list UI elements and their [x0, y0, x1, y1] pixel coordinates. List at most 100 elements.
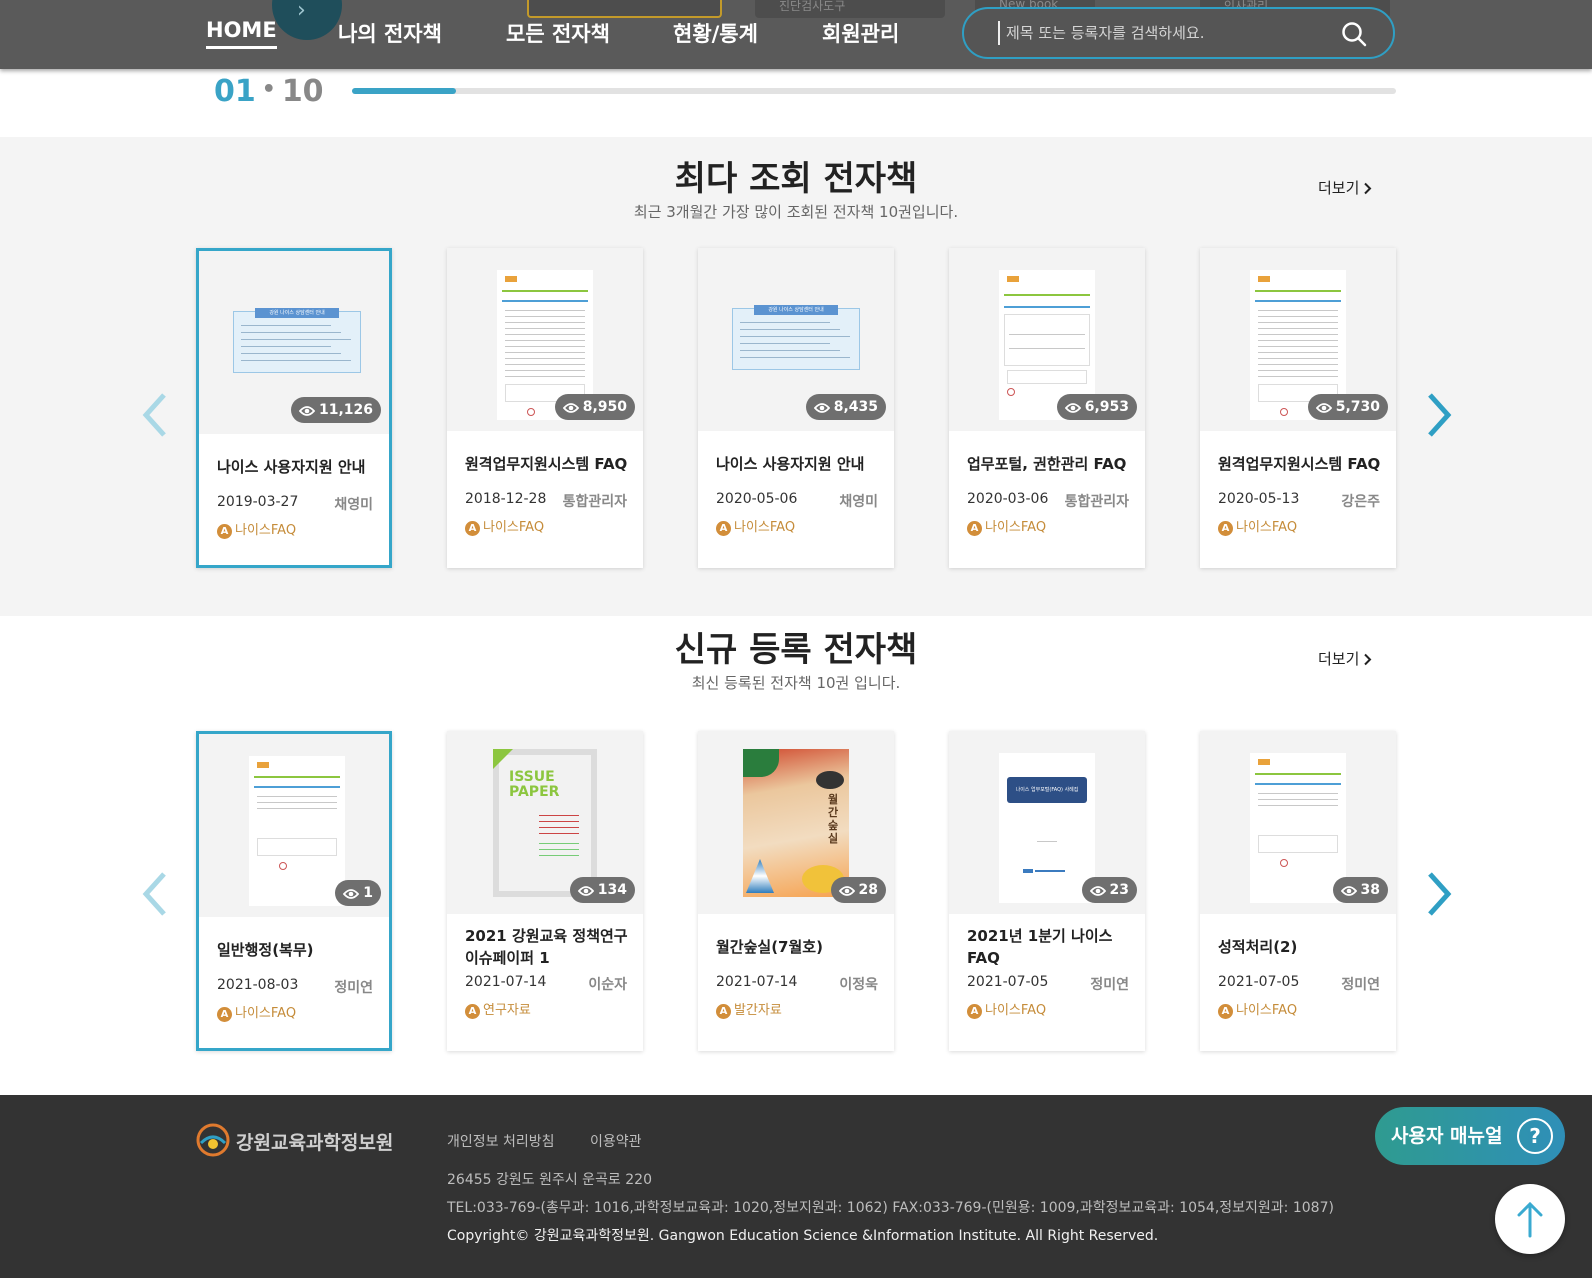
org-name: 강원교육과학정보원 [236, 1132, 394, 1154]
view-count-badge: 28 [830, 877, 886, 903]
ebook-card[interactable]: 1 일반행정(복무) 2021-08-03 정미연 A 나이스FAQ [196, 731, 392, 1051]
ebook-author: 이정욱 [839, 977, 878, 993]
section-subtitle: 최근 3개월간 가장 많이 조회된 전자책 10권입니다. [633, 203, 959, 221]
category-badge-icon: A [217, 1007, 232, 1022]
category-badge-icon: A [465, 1004, 480, 1019]
ebook-card[interactable]: ISSUE PAPER 134 2021 강원교육 정책연구 이슈페이퍼 1 2021-… [447, 731, 643, 1051]
view-count-badge: 1 [335, 880, 381, 906]
ebook-card[interactable]: 나이스 업무포털(FAQ) 사례집 23 2021년 1분기 나이스 FAQ 2021… [949, 731, 1145, 1051]
view-count: 28 [858, 882, 878, 898]
view-count: 23 [1109, 882, 1129, 898]
eye-icon [1089, 886, 1106, 896]
ebook-card[interactable]: 8,950 원격업무지원시스템 FAQ 2018-12-28 통합관리자 A 나이스FAQ [447, 248, 643, 568]
user-manual-button[interactable]: 사용자 매뉴얼 ? [1375, 1107, 1565, 1165]
category-badge-icon: A [967, 521, 982, 536]
slide-counter: 01 • 10 [214, 74, 324, 109]
view-count: 134 [597, 882, 627, 898]
more-link[interactable]: 더보기 [1318, 177, 1372, 198]
eye-icon [298, 406, 316, 416]
carousel-prev-arrow[interactable] [140, 871, 170, 917]
view-count: 38 [1360, 882, 1380, 898]
scroll-to-top-button[interactable] [1495, 1184, 1565, 1254]
view-count-badge: 38 [1332, 877, 1388, 903]
eye-icon [1064, 403, 1081, 413]
nav-my-ebooks[interactable]: 나의 전자책 [338, 18, 442, 48]
slide-total: 10 [281, 74, 324, 109]
org-logo-icon [196, 1123, 230, 1157]
category-badge-icon: A [967, 1004, 982, 1019]
ebook-author: 채영미 [334, 497, 373, 513]
section-subtitle: 최신 등록된 전자책 10권 입니다. [691, 674, 901, 692]
ebook-card[interactable]: 강원 나이스 상담센터 안내 8,435 나이스 사용자지원 안내 2020-05-0… [698, 248, 894, 568]
cover-text: ISSUE [509, 769, 555, 785]
chevron-right-icon [1364, 653, 1372, 666]
carousel-next-arrow[interactable] [1424, 392, 1454, 438]
terms-link[interactable]: 이용약관 [590, 1131, 642, 1151]
search-input[interactable] [998, 21, 1318, 45]
ebook-author: 정미연 [1341, 977, 1380, 993]
ebook-title[interactable]: 나이스 사용자지원 안내 [217, 456, 382, 478]
ebook-title[interactable]: 원격업무지원시스템 FAQ [1218, 453, 1383, 475]
ebook-author: 강은주 [1341, 494, 1380, 510]
more-link[interactable]: 더보기 [1318, 648, 1372, 669]
ebook-title[interactable]: 2021 강원교육 정책연구 이슈페이퍼 1 [465, 925, 630, 969]
eye-icon [343, 889, 360, 899]
eye-icon [1315, 403, 1332, 413]
slide-progress-track [352, 88, 1396, 94]
category-badge-icon: A [1218, 521, 1233, 536]
chevron-right-icon [1364, 182, 1372, 195]
nav-all-ebooks[interactable]: 모든 전자책 [506, 18, 610, 48]
cover-text: 강원 나이스 상담센터 안내 [754, 305, 838, 315]
ebook-card[interactable]: 월간 숲실 28 월간숲실(7월호) 2021-07-14 이정욱 A 발간자료 [698, 731, 894, 1051]
cover-text: 나이스 업무포털(FAQ) 사례집 [1007, 777, 1087, 803]
ebook-title[interactable]: 성적처리(2) [1218, 936, 1383, 958]
peek-tab-2[interactable]: 진단검사도구 [755, 0, 945, 18]
carousel-next-arrow[interactable] [1424, 871, 1454, 917]
category-badge-icon: A [217, 524, 232, 539]
eye-icon [1340, 886, 1357, 896]
ebook-title[interactable]: 일반행정(복무) [217, 939, 382, 961]
peek-tab-1[interactable] [527, 0, 722, 18]
search-icon[interactable] [1341, 21, 1367, 47]
view-count-badge: 11,126 [290, 397, 381, 423]
category-badge-icon: A [465, 521, 480, 536]
category-label: 나이스FAQ [1236, 520, 1298, 535]
ebook-date: 2019-03-27 [217, 494, 299, 510]
nav-statistics[interactable]: 현황/통계 [673, 18, 758, 48]
cover-text: PAPER [509, 784, 560, 800]
ebook-card[interactable]: 6,953 업무포털, 권한관리 FAQ 2020-03-06 통합관리자 A 나이스FA… [949, 248, 1145, 568]
nav-home[interactable]: HOME [206, 18, 277, 49]
eye-icon [562, 403, 579, 413]
privacy-policy-link[interactable]: 개인정보 처리방침 [447, 1131, 555, 1151]
ebook-card[interactable]: 강원 나이스 상담센터 안내 11,126 나이스 사용자지원 안내 2019-03-… [196, 248, 392, 568]
ebook-title[interactable]: 나이스 사용자지원 안내 [716, 453, 881, 475]
view-count-badge: 134 [569, 877, 635, 903]
ebook-date: 2020-03-06 [967, 491, 1049, 507]
slide-progress-fill [352, 88, 457, 94]
ebook-date: 2021-07-05 [967, 974, 1049, 990]
ebook-date: 2018-12-28 [465, 491, 547, 507]
category-badge-icon: A [716, 1004, 731, 1019]
view-count: 8,435 [833, 399, 878, 415]
top-navigation-bar: 진단검사도구 New book 인사관리 › HOME 나의 전자책 모든 전자… [0, 0, 1592, 69]
ebook-card[interactable]: 5,730 원격업무지원시스템 FAQ 2020-05-13 강은주 A 나이스FAQ [1200, 248, 1396, 568]
ebook-card[interactable]: 38 성적처리(2) 2021-07-05 정미연 A 나이스FAQ [1200, 731, 1396, 1051]
ebook-title[interactable]: 원격업무지원시스템 FAQ [465, 453, 630, 475]
carousel-next-button[interactable]: › [272, 0, 342, 40]
ebook-title[interactable]: 2021년 1분기 나이스 FAQ [967, 925, 1132, 969]
footer: 강원교육과학정보원 개인정보 처리방침 이용약관 26455 강원도 원주시 운… [0, 1095, 1592, 1278]
ebook-title[interactable]: 업무포털, 권한관리 FAQ [967, 453, 1132, 475]
ebook-date: 2021-08-03 [217, 977, 299, 993]
ebook-title[interactable]: 월간숲실(7월호) [716, 936, 881, 958]
category-label: 연구자료 [483, 1003, 531, 1018]
carousel-prev-arrow[interactable] [140, 392, 170, 438]
footer-address: 26455 강원도 원주시 운곡로 220 [447, 1172, 652, 1188]
more-label: 더보기 [1318, 650, 1360, 668]
ebook-date: 2020-05-06 [716, 491, 798, 507]
more-label: 더보기 [1318, 179, 1360, 197]
slide-current: 01 [214, 74, 256, 109]
view-count-badge: 5,730 [1307, 394, 1388, 420]
category-label: 발간자료 [734, 1003, 782, 1018]
peek-label: 진단검사도구 [779, 0, 846, 13]
nav-member-management[interactable]: 회원관리 [822, 18, 899, 48]
